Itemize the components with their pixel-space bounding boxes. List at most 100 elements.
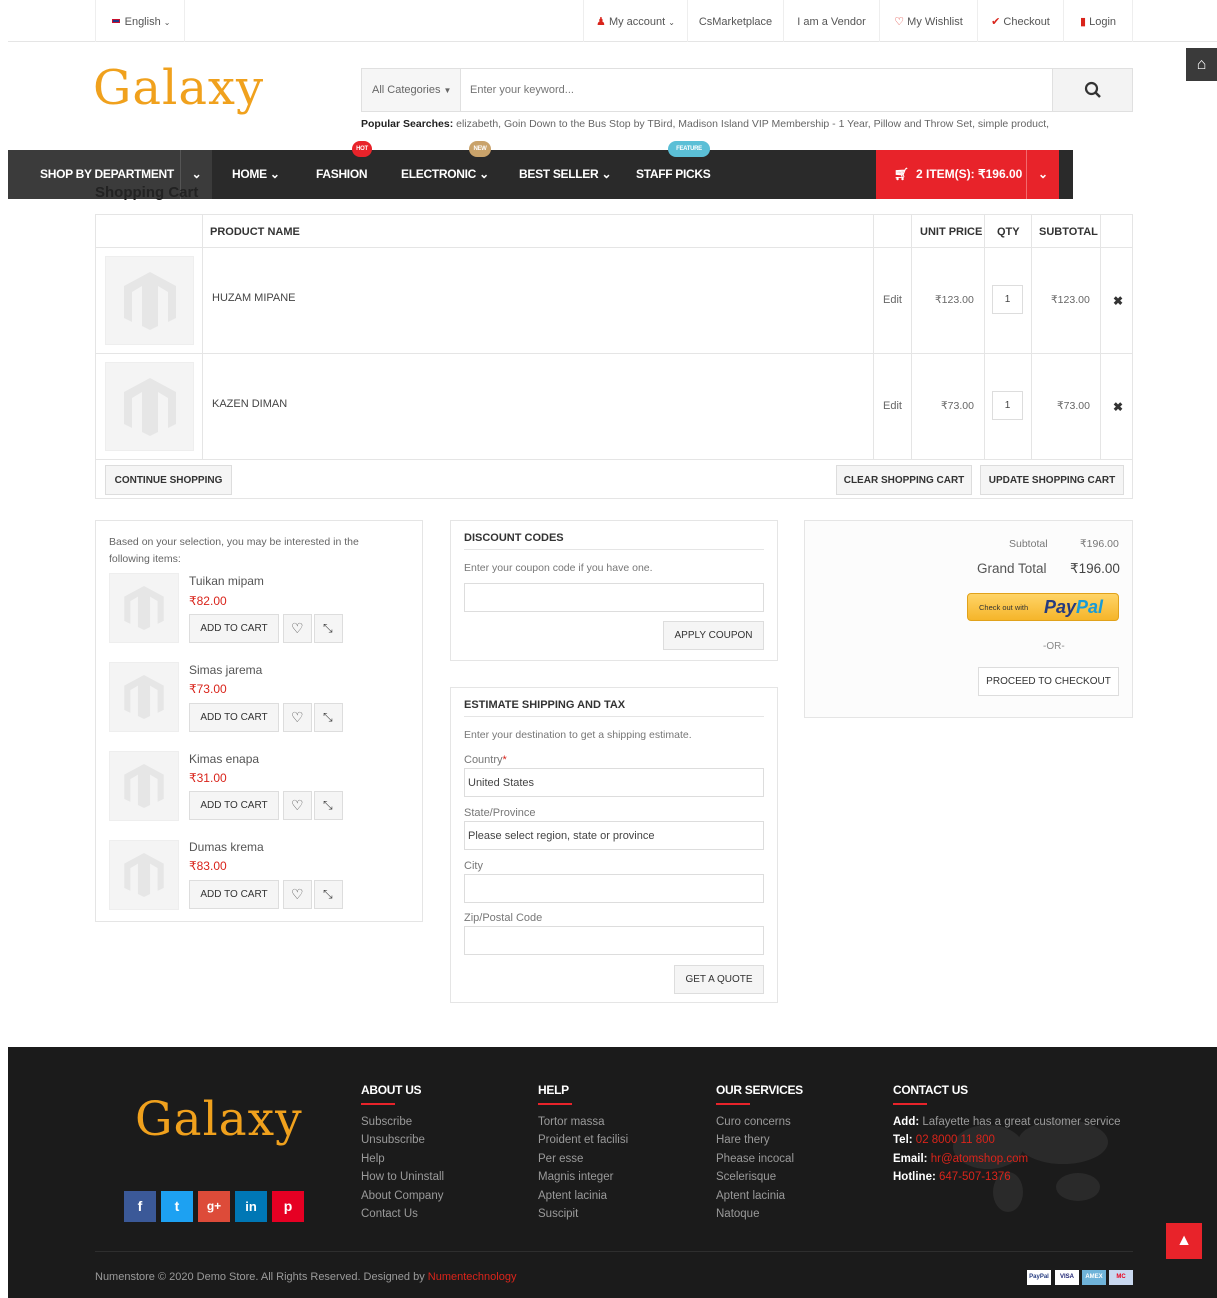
product-image[interactable] — [105, 256, 194, 345]
compare-button[interactable]: ⤡ — [314, 791, 343, 820]
continue-shopping-button[interactable]: CONTINUE SHOPPING — [105, 465, 232, 495]
product-image[interactable] — [109, 662, 179, 732]
remove-icon[interactable]: ✖ — [1113, 294, 1123, 308]
quantity-input[interactable]: 1 — [992, 285, 1023, 314]
apply-coupon-button[interactable]: APPLY COUPON — [663, 621, 764, 650]
footer-link[interactable]: About Company — [361, 1190, 443, 1202]
footer-logo[interactable]: Galaxy — [135, 1092, 303, 1147]
product-image[interactable] — [105, 362, 194, 451]
clear-cart-button[interactable]: CLEAR SHOPPING CART — [836, 465, 972, 495]
nav-staff-picks[interactable]: STAFF PICKS FEATURE — [636, 141, 711, 199]
subtotal-label: Subtotal — [1009, 538, 1048, 550]
paypal-payment-icon: PayPal — [1027, 1270, 1051, 1285]
nav-fashion[interactable]: FASHION HOT — [316, 141, 372, 199]
footer-link[interactable]: Aptent lacinia — [716, 1190, 785, 1202]
nav-best-seller[interactable]: BEST SELLER ⌄ — [519, 150, 611, 199]
contact-hotline: Hotline: 647-507-1376 — [893, 1171, 1011, 1183]
linkedin-icon[interactable]: in — [235, 1191, 267, 1222]
footer-link[interactable]: Natoque — [716, 1208, 759, 1220]
footer-link[interactable]: Curo concerns — [716, 1116, 791, 1128]
back-to-top-icon[interactable]: ▲ — [1166, 1223, 1202, 1259]
edit-link[interactable]: Edit — [883, 294, 902, 306]
language-selector[interactable]: English ⌄ — [95, 0, 185, 42]
nav-electronic[interactable]: ELECTRONIC ⌄ NEW — [401, 141, 491, 199]
product-name[interactable]: HUZAM MIPANE — [212, 292, 296, 304]
csmarketplace-link[interactable]: CsMarketplace — [687, 0, 783, 42]
top-bar: English ⌄ ♟ My account ⌄ CsMarketplace I… — [8, 0, 1217, 42]
add-to-cart-button[interactable]: ADD TO CART — [189, 791, 279, 820]
subtotal-value: ₹196.00 — [1080, 538, 1119, 550]
contact-tel: Tel: 02 8000 11 800 — [893, 1134, 995, 1146]
add-to-cart-button[interactable]: ADD TO CART — [189, 614, 279, 643]
footer-link[interactable]: Contact Us — [361, 1208, 418, 1220]
shipping-panel: ESTIMATE SHIPPING AND TAX Enter your des… — [450, 687, 778, 1003]
remove-icon[interactable]: ✖ — [1113, 400, 1123, 414]
product-image[interactable] — [109, 751, 179, 821]
update-cart-button[interactable]: UPDATE SHOPPING CART — [980, 465, 1124, 495]
add-to-cart-button[interactable]: ADD TO CART — [189, 703, 279, 732]
product-name[interactable]: KAZEN DIMAN — [212, 398, 287, 410]
country-select[interactable]: United States — [464, 768, 764, 797]
wishlist-button[interactable]: ♡ — [283, 791, 312, 820]
contact-email: Email: hr@atomshop.com — [893, 1153, 1029, 1165]
quantity-input[interactable]: 1 — [992, 391, 1023, 420]
google-plus-icon[interactable]: g+ — [198, 1191, 230, 1222]
search-button[interactable] — [1052, 69, 1132, 111]
proceed-checkout-button[interactable]: PROCEED TO CHECKOUT — [978, 667, 1119, 696]
city-input[interactable] — [464, 874, 764, 903]
footer-link[interactable]: Aptent lacinia — [538, 1190, 607, 1202]
footer-link[interactable]: Hare thery — [716, 1134, 770, 1146]
pinterest-icon[interactable]: p — [272, 1191, 304, 1222]
compare-button[interactable]: ⤡ — [314, 703, 343, 732]
facebook-icon[interactable]: f — [124, 1191, 156, 1222]
my-account-link[interactable]: ♟ My account ⌄ — [583, 0, 687, 42]
footer-link[interactable]: Suscipit — [538, 1208, 578, 1220]
footer-link[interactable]: Tortor massa — [538, 1116, 604, 1128]
discount-hint: Enter your coupon code if you have one. — [464, 562, 653, 574]
external-toggle-icon[interactable]: ⌂ — [1186, 48, 1217, 81]
product-name[interactable]: Tuikan mipam — [189, 574, 264, 588]
user-icon: ♟ — [596, 16, 606, 28]
footer-link[interactable]: Per esse — [538, 1153, 583, 1165]
footer-link[interactable]: Unsubscribe — [361, 1134, 425, 1146]
product-image[interactable] — [109, 573, 179, 643]
wishlist-button[interactable]: ♡ — [283, 614, 312, 643]
footer-link[interactable]: Scelerisque — [716, 1171, 776, 1183]
totals-panel: Subtotal ₹196.00 Grand Total ₹196.00 Che… — [804, 520, 1133, 718]
state-select[interactable]: Please select region, state or province — [464, 821, 764, 850]
search-input[interactable] — [462, 69, 1052, 111]
compare-button[interactable]: ⤡ — [314, 880, 343, 909]
footer-link[interactable]: Proident et facilisi — [538, 1134, 628, 1146]
get-quote-button[interactable]: GET A QUOTE — [674, 965, 764, 994]
wishlist-button[interactable]: ♡ — [283, 880, 312, 909]
zip-input[interactable] — [464, 926, 764, 955]
row-subtotal: ₹123.00 — [1051, 294, 1090, 306]
category-select[interactable]: All Categories ▼ — [362, 69, 461, 111]
login-link[interactable]: ▮ Login — [1063, 0, 1133, 42]
product-name[interactable]: Kimas enapa — [189, 752, 259, 766]
product-image[interactable] — [109, 840, 179, 910]
nav-home[interactable]: HOME ⌄ — [232, 150, 280, 199]
site-logo[interactable]: Galaxy — [93, 60, 264, 116]
add-to-cart-button[interactable]: ADD TO CART — [189, 880, 279, 909]
heart-icon: ♡ — [291, 886, 304, 902]
compare-button[interactable]: ⤡ — [314, 614, 343, 643]
mini-cart[interactable]: 🛒︎ 2 ITEM(S): ₹196.00 ⌄ — [876, 150, 1059, 199]
vendor-link[interactable]: I am a Vendor — [783, 0, 879, 42]
copyright: Numenstore © 2020 Demo Store. All Rights… — [95, 1271, 517, 1283]
footer-link[interactable]: How to Uninstall — [361, 1171, 444, 1183]
paypal-button[interactable]: Check out with PayPal — [967, 593, 1119, 621]
edit-link[interactable]: Edit — [883, 400, 902, 412]
visa-payment-icon: VISA — [1055, 1270, 1079, 1285]
product-name[interactable]: Dumas krema — [189, 840, 264, 854]
footer-link[interactable]: Subscribe — [361, 1116, 412, 1128]
footer-link[interactable]: Help — [361, 1153, 385, 1165]
wishlist-button[interactable]: ♡ — [283, 703, 312, 732]
checkout-link[interactable]: ✔ Checkout — [977, 0, 1063, 42]
product-name[interactable]: Simas jarema — [189, 663, 262, 677]
footer-link[interactable]: Magnis integer — [538, 1171, 613, 1183]
wishlist-link[interactable]: ♡ My Wishlist — [879, 0, 977, 42]
footer-link[interactable]: Phease incocal — [716, 1153, 794, 1165]
twitter-icon[interactable]: t — [161, 1191, 193, 1222]
coupon-input[interactable] — [464, 583, 764, 612]
